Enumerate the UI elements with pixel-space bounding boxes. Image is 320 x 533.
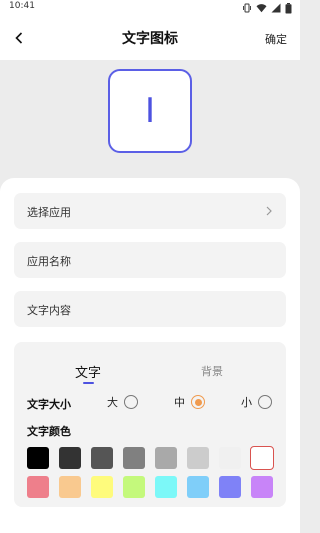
size-option-small[interactable]: 小 [241, 394, 272, 410]
status-time: 10:41 [9, 1, 35, 11]
radio-button[interactable] [124, 395, 138, 409]
app-name-field[interactable]: 应用名称 [14, 242, 286, 278]
color-swatch[interactable] [27, 476, 49, 498]
color-swatch[interactable] [187, 447, 209, 469]
color-swatch[interactable] [91, 447, 113, 469]
select-app-row[interactable]: 选择应用 [14, 193, 286, 229]
size-option-label: 小 [241, 396, 252, 409]
battery-icon [285, 2, 292, 14]
color-swatch[interactable] [251, 476, 273, 498]
color-swatch[interactable] [123, 476, 145, 498]
icon-preview-text: I [144, 91, 156, 131]
color-swatch[interactable] [219, 447, 241, 469]
size-option-label: 大 [107, 396, 118, 409]
color-swatch[interactable] [155, 476, 177, 498]
icon-preview: I [108, 69, 192, 153]
color-swatch[interactable] [187, 476, 209, 498]
color-swatch-grid [27, 446, 275, 507]
app-name-label: 应用名称 [27, 255, 71, 268]
confirm-button[interactable]: 确定 [265, 31, 287, 47]
size-option-medium[interactable]: 中 [174, 394, 205, 410]
size-option-label: 中 [174, 396, 185, 409]
status-bar: 10:41 [0, 0, 300, 16]
color-swatch[interactable] [155, 447, 177, 469]
page-title: 文字图标 [122, 31, 178, 47]
color-swatch-selected[interactable] [250, 446, 274, 470]
text-color-label: 文字颜色 [27, 425, 71, 438]
color-swatch[interactable] [91, 476, 113, 498]
style-panel: 文字 背景 文字大小 大 中 小 文字颜色 [14, 342, 286, 507]
color-swatch[interactable] [59, 447, 81, 469]
settings-sheet: 选择应用 应用名称 文字内容 文字 背景 文字大小 大 中 小 文字颜色 [0, 178, 300, 533]
chevron-right-icon [264, 204, 274, 218]
select-app-label: 选择应用 [27, 206, 71, 219]
icon-preview-area: I [0, 60, 300, 185]
vibrate-icon [243, 3, 251, 13]
wifi-icon [256, 4, 267, 13]
signal-icon [271, 3, 281, 13]
text-content-field[interactable]: 文字内容 [14, 291, 286, 327]
size-option-large[interactable]: 大 [107, 394, 138, 410]
color-swatch[interactable] [219, 476, 241, 498]
color-swatch[interactable] [123, 447, 145, 469]
radio-button-selected[interactable] [191, 395, 205, 409]
status-icons [242, 2, 292, 14]
color-swatch[interactable] [59, 476, 81, 498]
text-size-label: 文字大小 [27, 398, 71, 411]
nav-bar: 文字图标 确定 [0, 16, 300, 60]
text-content-label: 文字内容 [27, 304, 71, 317]
radio-button[interactable] [258, 395, 272, 409]
tab-text[interactable]: 文字 [75, 362, 101, 381]
active-tab-indicator [83, 382, 94, 384]
color-swatch[interactable] [27, 447, 49, 469]
tab-background[interactable]: 背景 [201, 363, 223, 379]
